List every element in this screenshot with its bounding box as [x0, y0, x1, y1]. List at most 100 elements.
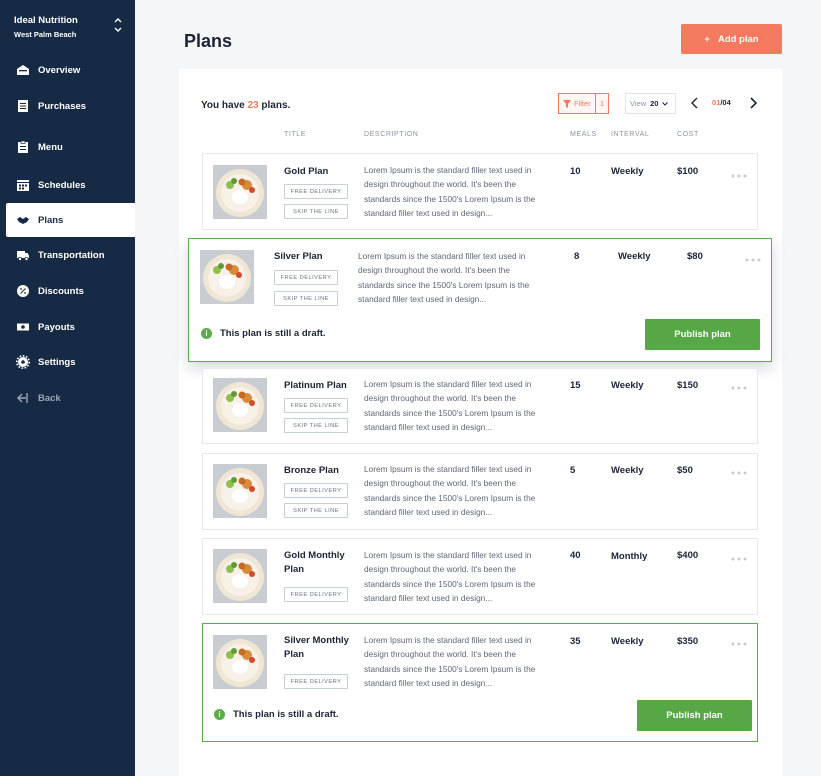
sidebar-item-label: Settings [38, 356, 76, 368]
filter-button[interactable]: Filter 1 [558, 93, 609, 114]
plan-count-prefix: You have [201, 100, 245, 111]
plan-title[interactable]: Bronze Plan [284, 464, 358, 478]
more-options-icon[interactable] [745, 250, 761, 262]
plan-meals: 10 [570, 166, 581, 177]
publish-plan-button[interactable]: Publish plan [637, 700, 752, 731]
more-options-icon[interactable] [731, 634, 747, 646]
filter-icon [563, 99, 571, 108]
view-value: 20 [650, 99, 659, 108]
calendar-icon [17, 180, 29, 191]
more-options-icon[interactable] [731, 166, 747, 178]
sidebar-item-schedules[interactable]: Schedules [0, 168, 135, 202]
publish-plan-button[interactable]: Publish plan [645, 319, 760, 350]
sidebar-item-plans[interactable]: Plans [6, 203, 135, 237]
truck-icon [17, 251, 29, 261]
next-page-icon[interactable] [748, 97, 758, 109]
discount-icon [17, 285, 29, 297]
more-options-icon[interactable] [731, 463, 747, 475]
draft-notice: i This plan is still a draft. [214, 709, 339, 720]
draft-notice: i This plan is still a draft. [201, 328, 326, 339]
sidebar-item-back[interactable]: Back [0, 381, 135, 415]
plan-tag: FREE DELIVERY [284, 483, 348, 498]
sidebar-item-discounts[interactable]: Discounts [0, 274, 135, 308]
sidebar-item-settings[interactable]: Settings [0, 345, 135, 379]
sidebar-item-payouts[interactable]: Payouts [0, 310, 135, 344]
brand[interactable]: Ideal Nutrition West Palm Beach [14, 15, 78, 39]
clipboard-icon [18, 140, 28, 153]
plan-cost: $50 [677, 465, 693, 476]
column-header-title[interactable]: TITLE [284, 131, 306, 138]
sidebar-item-menu[interactable]: Menu [0, 130, 135, 164]
handshake-icon [17, 217, 29, 224]
chevron-down-icon [662, 101, 669, 106]
view-label: View [630, 99, 647, 108]
info-icon: i [201, 328, 212, 339]
sidebar-item-label: Purchases [38, 100, 87, 112]
column-header-interval[interactable]: INTERVAL [611, 131, 649, 138]
sidebar-item-label: Back [38, 392, 61, 404]
plan-tag: SKIP THE LINE [284, 503, 348, 518]
meal-photo-svg [200, 250, 254, 304]
plan-cost: $150 [677, 380, 699, 391]
page-total: /04 [720, 98, 731, 107]
plan-count-number: 23 [247, 100, 259, 111]
plan-tag: FREE DELIVERY [284, 674, 348, 689]
plan-cost: $350 [677, 636, 699, 647]
column-header-cost[interactable]: COST [677, 131, 699, 138]
plan-description: Lorem Ipsum is the standard filler text … [364, 165, 536, 218]
pagination: 01/04 [712, 98, 731, 107]
plan-title[interactable]: Gold Plan [284, 165, 358, 179]
meal-photo-svg [213, 378, 267, 432]
add-plan-button[interactable]: + Add plan [681, 24, 782, 54]
column-header-description: DESCRIPTION [364, 131, 419, 138]
previous-page-icon[interactable] [690, 97, 700, 109]
filter-label: Filter [574, 99, 591, 108]
plan-cost: $400 [677, 550, 699, 561]
sidebar: Ideal Nutrition West Palm Beach Overview… [0, 0, 135, 776]
sidebar-item-overview[interactable]: Overview [0, 53, 135, 87]
plan-description: Lorem Ipsum is the standard filler text … [364, 550, 536, 603]
plan-title[interactable]: Platinum Plan [284, 379, 358, 393]
filter-count: 1 [595, 94, 608, 113]
plan-tag: FREE DELIVERY [284, 398, 348, 413]
plan-tag: SKIP THE LINE [274, 291, 338, 306]
sidebar-item-label: Schedules [38, 179, 86, 191]
plan-title[interactable]: Silver Monthly Plan [284, 634, 358, 662]
more-options-icon[interactable] [731, 549, 747, 561]
sidebar-item-label: Plans [38, 214, 64, 226]
overview-icon [17, 65, 29, 75]
more-options-icon[interactable] [731, 378, 747, 390]
plan-interval: Weekly [611, 166, 644, 177]
back-icon [17, 393, 28, 403]
info-icon: i [214, 709, 225, 720]
sidebar-item-label: Overview [38, 64, 81, 76]
plan-meals: 5 [570, 465, 576, 476]
draft-notice-text: This plan is still a draft. [233, 709, 339, 720]
sidebar-item-label: Discounts [38, 285, 84, 297]
plan-meals: 8 [574, 251, 580, 262]
column-header-meals[interactable]: MEALS [570, 131, 597, 138]
plan-interval: Weekly [611, 380, 644, 391]
plan-title[interactable]: Gold Monthly Plan [284, 549, 358, 577]
chevron-up-down-icon[interactable] [113, 15, 123, 35]
sidebar-item-label: Transportation [38, 249, 105, 261]
meal-photo-svg [213, 165, 267, 219]
meal-image [213, 635, 267, 689]
page-title: Plans [184, 31, 233, 51]
meal-image [200, 250, 254, 304]
plan-interval: Monthly [611, 551, 648, 562]
plan-tag: FREE DELIVERY [284, 587, 348, 602]
meal-image [213, 165, 267, 219]
meal-photo-svg [213, 464, 267, 518]
plan-description: Lorem Ipsum is the standard filler text … [364, 635, 536, 688]
view-select[interactable]: View 20 [625, 93, 676, 114]
plan-title[interactable]: Silver Plan [274, 250, 348, 264]
sidebar-item-purchases[interactable]: Purchases [0, 89, 135, 123]
meal-photo-svg [213, 635, 267, 689]
gear-icon [16, 355, 30, 369]
plan-tag: SKIP THE LINE [284, 418, 348, 433]
plan-tag: SKIP THE LINE [284, 204, 348, 219]
sidebar-item-transportation[interactable]: Transportation [0, 238, 135, 272]
plan-description: Lorem Ipsum is the standard filler text … [364, 379, 536, 432]
draft-notice-text: This plan is still a draft. [220, 328, 326, 339]
